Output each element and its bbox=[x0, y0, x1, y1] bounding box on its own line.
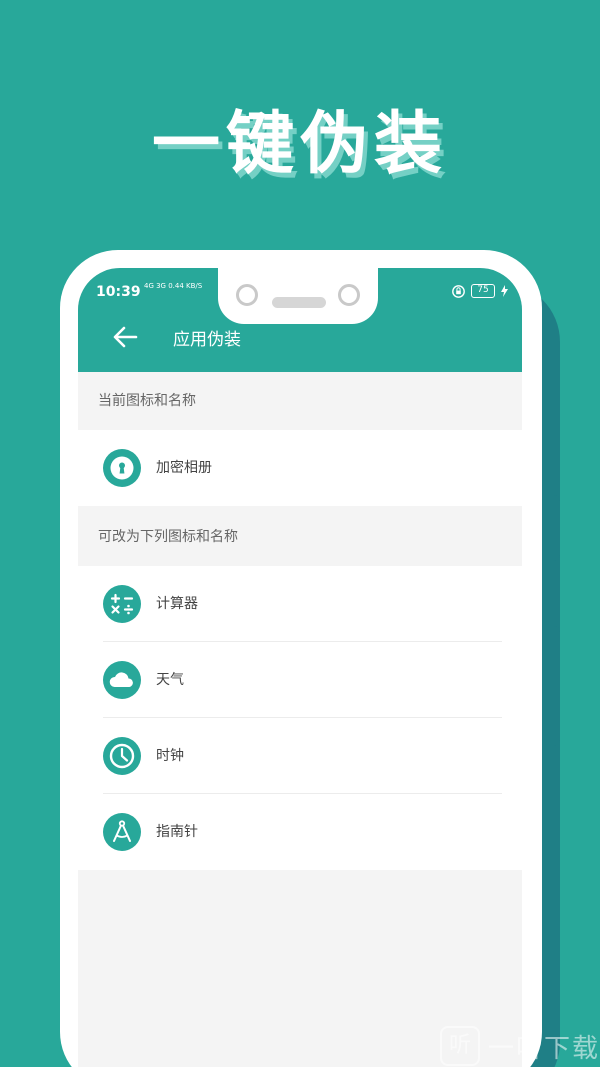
watermark-logo: 听 bbox=[440, 1026, 480, 1066]
status-time: 10:39 bbox=[96, 284, 141, 300]
app-icon bbox=[103, 661, 141, 699]
current-app-item: 加密相册 bbox=[78, 430, 522, 506]
front-camera-icon bbox=[236, 284, 258, 306]
app-icon bbox=[103, 585, 141, 623]
option-label: 天气 bbox=[156, 672, 184, 688]
keyhole-icon bbox=[110, 456, 134, 480]
app-icon bbox=[103, 449, 141, 487]
option-label: 计算器 bbox=[156, 596, 198, 612]
speaker-icon bbox=[272, 297, 326, 308]
disguise-option-weather[interactable]: 天气 bbox=[78, 642, 522, 718]
battery-indicator: 75 bbox=[471, 284, 495, 298]
phone-screen: 10:39 4G 3G 0.44 KB/S 75 应用伪装 当前图标和名称 加密… bbox=[78, 268, 522, 1067]
calculator-icon bbox=[110, 593, 134, 615]
watermark-text: 一听下载 bbox=[488, 1033, 600, 1064]
current-section-header: 当前图标和名称 bbox=[78, 372, 522, 430]
app-bar: 10:39 4G 3G 0.44 KB/S 75 应用伪装 bbox=[78, 268, 522, 372]
option-label: 指南针 bbox=[156, 824, 198, 840]
page-title: 应用伪装 bbox=[173, 330, 241, 350]
charging-icon bbox=[501, 285, 508, 297]
cloud-icon bbox=[109, 672, 133, 687]
options-section-header: 可改为下列图标和名称 bbox=[78, 508, 522, 566]
watermark: 听 一听下载 bbox=[440, 1026, 600, 1066]
disguise-option-compass[interactable]: 指南针 bbox=[78, 794, 522, 870]
headline: 一键伪装 bbox=[151, 105, 448, 184]
status-signal: 4G 3G 0.44 KB/S bbox=[144, 282, 203, 290]
arrow-left-icon[interactable] bbox=[112, 325, 138, 349]
phone-side-button bbox=[540, 626, 560, 746]
front-sensor-icon bbox=[338, 284, 360, 306]
app-icon bbox=[103, 813, 141, 851]
status-right: 75 bbox=[452, 284, 508, 298]
phone-side-button bbox=[540, 495, 560, 561]
disguise-option-calculator[interactable]: 计算器 bbox=[78, 566, 522, 642]
app-name-label: 加密相册 bbox=[156, 460, 212, 476]
camera-notch bbox=[218, 268, 378, 324]
app-icon bbox=[103, 737, 141, 775]
clock-icon bbox=[109, 743, 135, 769]
option-label: 时钟 bbox=[156, 748, 184, 764]
disguise-option-clock[interactable]: 时钟 bbox=[78, 718, 522, 794]
compass-icon bbox=[113, 820, 131, 842]
lock-icon bbox=[452, 284, 465, 298]
